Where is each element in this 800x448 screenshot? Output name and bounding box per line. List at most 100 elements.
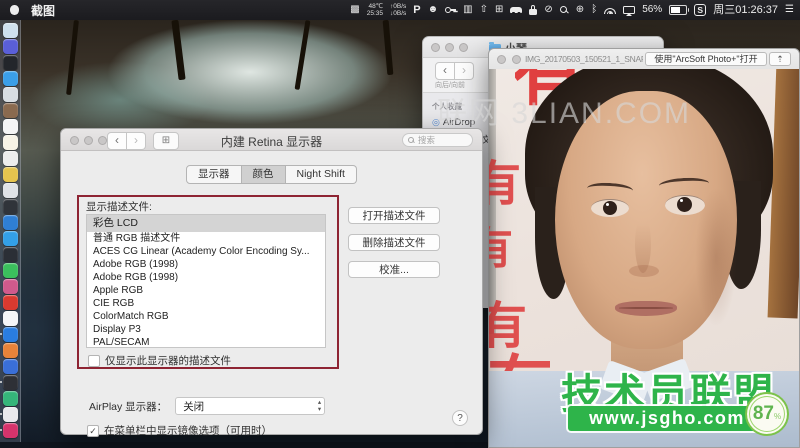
globe-icon[interactable]: ⊕ [576,5,584,15]
compass-icon[interactable]: ⊘ [544,5,552,15]
prefs-titlebar[interactable]: ‹ › ⊞ 内建 Retina 显示器 搜索 [61,129,482,151]
tree-silhouette [66,19,79,96]
profile-row[interactable]: PAL/SECAM [87,336,325,347]
apple-menu-icon[interactable] [10,5,19,15]
dock-icon-app-dark[interactable] [2,247,18,262]
battery-icon[interactable] [669,5,690,15]
dock-icon-contacts[interactable] [2,103,18,118]
nose-tip [629,265,659,277]
profile-row[interactable]: Adobe RGB (1998) [87,271,325,284]
dock-icon-facetime[interactable] [2,215,18,230]
dock-icon-sports-app[interactable] [0,407,18,422]
displays-preferences-window: ‹ › ⊞ 内建 Retina 显示器 搜索 显示器 颜色 Night Shif… [60,128,483,438]
photo-titlebar[interactable]: IMG_20170503_150521_1_SNAP.j... 使用"ArcSo… [489,49,799,70]
tab-display[interactable]: 显示器 [186,165,242,184]
tab-color[interactable]: 颜色 [241,165,286,184]
dock-icon-calendar[interactable] [2,119,18,134]
dock-icon-browser-c[interactable] [0,327,18,342]
dock-icon-siri[interactable] [2,39,18,54]
close-button[interactable] [431,42,440,52]
face-app-icon[interactable]: ☻ [428,5,439,15]
show-mirroring-option[interactable]: ✓ 在菜单栏中显示镜像选项（可用时） [87,423,272,438]
menu-clock[interactable]: 周三01:26:37 [713,5,778,16]
active-app-name[interactable]: 截图 [31,2,55,19]
spotlight-search-icon[interactable] [559,5,569,15]
upload-icon[interactable]: ⇧ [480,5,488,15]
temperature-status[interactable]: 48℃ 25:35 [367,3,383,17]
p-app-icon[interactable]: P [413,5,420,16]
wifi-icon[interactable] [604,6,617,14]
profile-row[interactable]: Adobe RGB (1998) [87,258,325,271]
search-field[interactable]: 搜索 [402,133,473,147]
car-app-icon[interactable] [510,7,523,14]
selected-profile-row[interactable]: 彩色 LCD [87,215,325,232]
zoom-button[interactable] [459,42,468,52]
minimize-button[interactable] [445,42,454,52]
lock-icon[interactable] [529,5,538,15]
dock-icon-launchpad[interactable] [2,55,18,70]
dock-icon-app-pink[interactable] [0,423,18,438]
profile-row[interactable]: Apple RGB [87,284,325,297]
tab-night-shift[interactable]: Night Shift [285,165,357,184]
tree-silhouette [382,19,394,76]
wall-banner-character: 有 [489,224,513,273]
dock-icon-notes[interactable] [2,135,18,150]
3lian-watermark: 联网 3LIAN.COM [437,97,692,130]
dock-icon-netease-music[interactable] [2,295,18,310]
airplay-display-dropdown[interactable]: 关闭 ▴ ▾ [175,397,326,415]
close-button[interactable] [497,55,506,64]
battery-percentage: 56% [642,4,663,15]
dock-icon-camera-app[interactable] [0,375,18,390]
photo-filename: IMG_20170503_150521_1_SNAP.j... [525,54,643,64]
display-profile-list[interactable]: 彩色 LCD 普通 RGB 描述文件 ACES CG Linear (Academ… [86,214,326,348]
dock-icon-mail[interactable] [2,87,18,102]
dock-icon-wechat[interactable] [2,263,18,278]
delete-profile-button[interactable]: 删除描述文件 [348,234,440,251]
dock-icon-messages[interactable] [2,231,18,246]
airplay-display-row: AirPlay 显示器： 关闭 ▴ ▾ [89,397,326,415]
tab-bar: 显示器 颜色 Night Shift [61,165,482,184]
checkbox-unchecked[interactable] [88,354,100,367]
calibrate-button[interactable]: 校准... [348,261,440,278]
forward-button[interactable]: › [455,62,474,80]
dock-icon-app-green[interactable] [2,391,18,406]
only-this-display-option[interactable]: 仅显示此显示器的描述文件 [88,353,231,368]
network-speed-status[interactable]: ↑0B/s ↓0B/s [390,3,406,17]
columns-icon[interactable]: ▥ [463,5,472,15]
tree-silhouette [294,20,311,90]
minimize-button[interactable] [512,55,521,64]
profile-row[interactable]: Display P3 [87,323,325,336]
share-button[interactable]: ⇡ [769,52,791,66]
back-button[interactable]: ‹ [435,62,455,80]
profile-row[interactable]: 普通 RGB 描述文件 [87,232,325,245]
open-profile-button[interactable]: 打开描述文件 [348,207,440,224]
dock-icon-photo-booth[interactable] [2,199,18,214]
stepper-arrows: ▴ ▾ [317,399,322,413]
profile-row[interactable]: CIE RGB [87,297,325,310]
profile-list-items: 普通 RGB 描述文件 ACES CG Linear (Academy Color… [87,232,325,347]
dither-status-icon[interactable]: ▩ [350,5,359,15]
grid-app-icon[interactable]: ⊞ [495,5,503,15]
checkbox-checked[interactable]: ✓ [87,424,99,437]
profile-row[interactable]: ColorMatch RGB [87,310,325,323]
help-button[interactable]: ? [452,410,468,426]
dock-icon-finder[interactable] [2,23,18,38]
search-placeholder: 搜索 [418,135,436,145]
input-method-icon[interactable]: S [694,4,707,16]
dock-icon-photos-flower[interactable] [2,279,18,294]
dock-icon-safari[interactable] [2,71,18,86]
profile-row[interactable]: ACES CG Linear (Academy Color Encoding S… [87,245,325,258]
bluetooth-icon[interactable]: ᛒ [591,5,597,15]
dock-icon-app-blue[interactable] [2,359,18,374]
dock-icon-app-orange[interactable] [2,343,18,358]
dock-icon-itunes[interactable] [2,311,18,326]
open-with-arcsoft-button[interactable]: 使用"ArcSoft Photo+"打开 [645,52,767,66]
dock-icon-photos-app[interactable] [2,183,18,198]
wall-banner-character: 有 [489,298,527,354]
airplay-display-icon[interactable] [623,6,636,16]
dock-icon-reminders[interactable] [2,151,18,166]
key-icon[interactable] [445,7,457,13]
dock-icon-maps[interactable] [2,167,18,182]
notification-center-icon[interactable]: ☰ [785,5,794,15]
tree-silhouette [171,19,186,81]
